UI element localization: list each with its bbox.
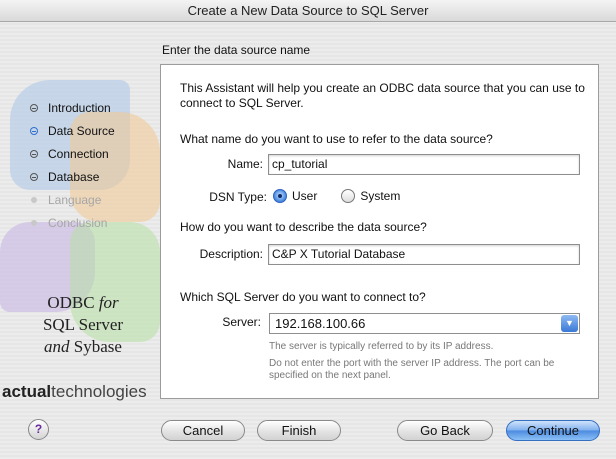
step-label: Connection	[48, 146, 109, 161]
product-line3: Sybase	[69, 337, 122, 356]
chevron-down-icon[interactable]: ▼	[561, 315, 578, 332]
step-list: Introduction Data Source Connection Data…	[30, 96, 115, 234]
server-combo-box[interactable]: 192.168.100.66 ▼	[269, 313, 580, 334]
server-note: The server is typically referred to by i…	[269, 341, 494, 352]
window-title: Create a New Data Source to SQL Server	[187, 3, 429, 18]
radio-label: System	[360, 189, 401, 203]
dsn-type-user-radio[interactable]: User	[273, 189, 317, 203]
product-line1: ODBC	[47, 293, 99, 312]
step-bullet-icon	[30, 103, 38, 112]
brand-rest: technologies	[51, 382, 147, 401]
step-introduction: Introduction	[30, 96, 115, 119]
server-value: 192.168.100.66	[275, 316, 366, 331]
step-conclusion: Conclusion	[30, 211, 115, 234]
dsn-type-label: DSN Type:	[209, 190, 267, 204]
server-question: Which SQL Server do you want to connect …	[180, 290, 426, 304]
description-field[interactable]: C&P X Tutorial Database	[268, 244, 580, 265]
finish-button[interactable]: Finish	[257, 420, 341, 441]
step-database: Database	[30, 165, 115, 188]
product-name: ODBC for SQL Server and Sybase	[18, 292, 148, 358]
name-question: What name do you want to use to refer to…	[180, 132, 493, 146]
intro-text: This Assistant will help you create an O…	[180, 81, 585, 110]
help-button[interactable]: ?	[28, 419, 49, 440]
content-panel: This Assistant will help you create an O…	[160, 64, 599, 399]
dsn-type-group: User System	[273, 189, 424, 203]
radio-selected-icon	[273, 189, 287, 203]
server-port-note: Do not enter the port with the server IP…	[269, 358, 555, 381]
describe-question: How do you want to describe the data sou…	[180, 220, 427, 234]
step-label: Data Source	[48, 123, 115, 138]
company-logo: actualtechnologies	[2, 382, 147, 402]
assistant-window: Introduction Data Source Connection Data…	[0, 22, 616, 459]
name-field[interactable]: cp_tutorial	[268, 154, 580, 175]
product-and: and	[44, 337, 70, 356]
cancel-button[interactable]: Cancel	[161, 420, 245, 441]
step-label: Database	[48, 169, 100, 184]
step-label: Introduction	[48, 100, 111, 115]
radio-label: User	[292, 189, 318, 203]
product-for: for	[98, 293, 119, 312]
product-line2: SQL Server	[42, 315, 124, 334]
description-label: Description:	[199, 247, 263, 261]
step-bullet-icon	[31, 196, 37, 203]
go-back-button[interactable]: Go Back	[397, 420, 493, 441]
step-bullet-icon	[30, 126, 38, 135]
radio-unselected-icon	[341, 189, 356, 203]
step-connection: Connection	[30, 142, 115, 165]
step-language: Language	[30, 188, 115, 211]
name-label: Name:	[227, 157, 263, 171]
server-label: Server:	[222, 315, 261, 329]
step-label: Language	[48, 192, 102, 207]
step-data-source: Data Source	[30, 119, 115, 142]
step-bullet-icon	[30, 172, 38, 181]
brand-bold: actual	[2, 382, 52, 401]
dsn-type-system-radio[interactable]: System	[341, 189, 400, 203]
step-bullet-icon	[31, 219, 37, 226]
step-bullet-icon	[30, 149, 38, 158]
step-label: Conclusion	[48, 215, 108, 230]
continue-button[interactable]: Continue	[506, 420, 600, 441]
window-title-bar: Create a New Data Source to SQL Server	[0, 0, 616, 22]
section-title: Enter the data source name	[162, 43, 311, 57]
